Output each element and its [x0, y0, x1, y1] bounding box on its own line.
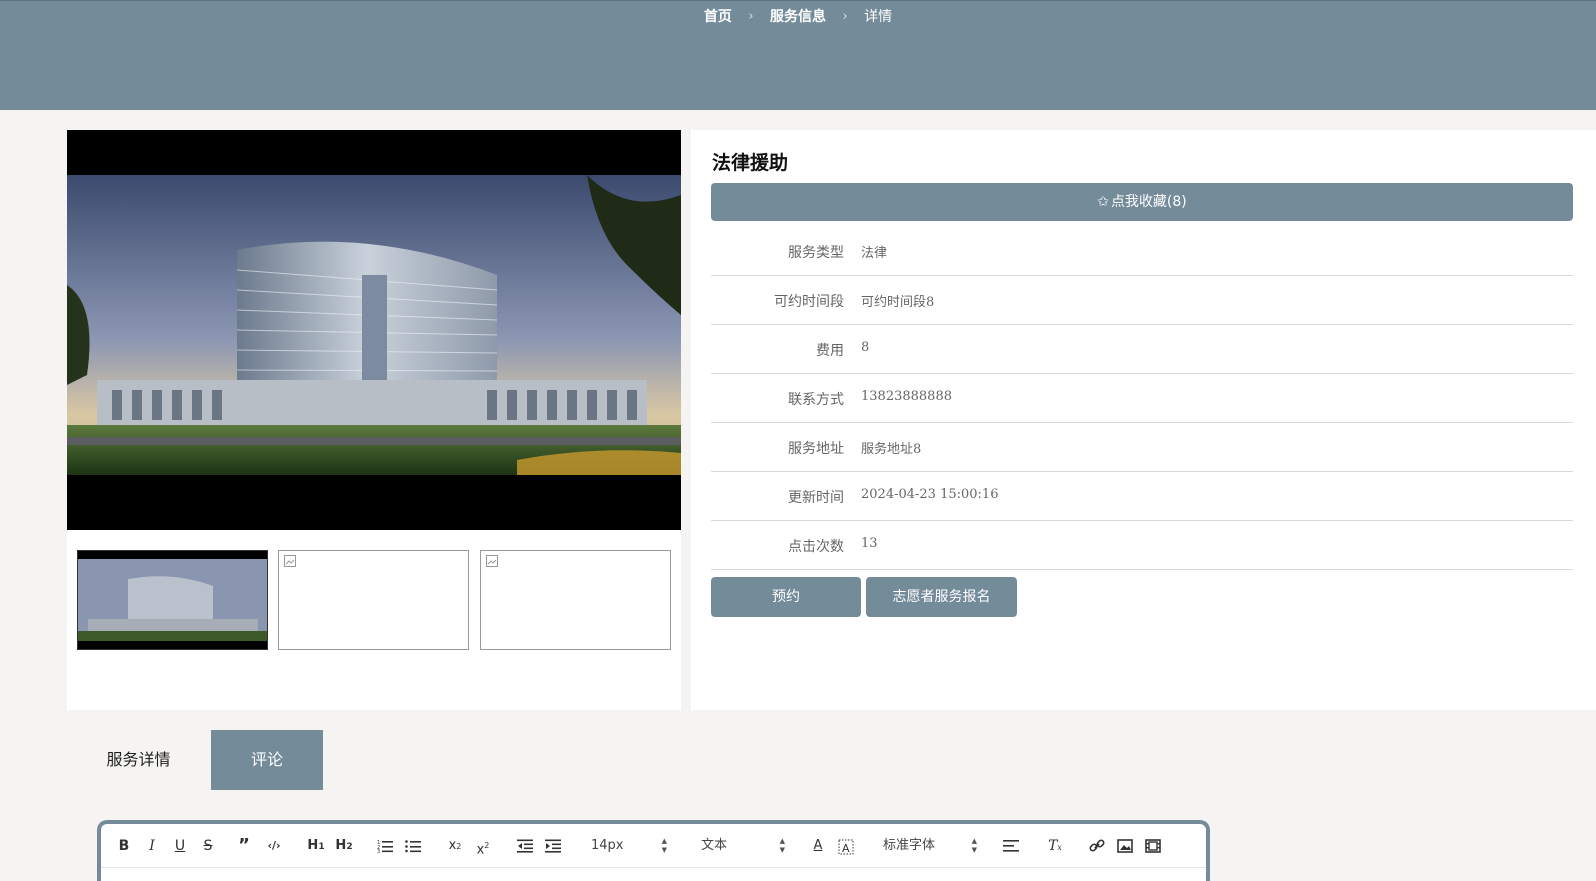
- service-title: 法律援助: [712, 152, 789, 174]
- volunteer-signup-button[interactable]: 志愿者服务报名: [866, 577, 1017, 617]
- background-color-icon[interactable]: A: [837, 835, 855, 857]
- main-image: [67, 130, 681, 530]
- info-label: 可约时间段: [774, 294, 844, 310]
- editor-toolbar: B I U S ” ‹/› H1 H2 123 x2 x2 14px ▲ ▼ 文本…: [101, 824, 1206, 868]
- chevron-right-icon: ›: [842, 8, 848, 24]
- code-icon[interactable]: ‹/›: [263, 835, 285, 857]
- strikethrough-icon[interactable]: S: [199, 835, 217, 857]
- subscript-icon[interactable]: x2: [445, 835, 465, 857]
- comment-editor: B I U S ” ‹/› H1 H2 123 x2 x2 14px ▲ ▼ 文本…: [97, 820, 1210, 881]
- info-value: 8: [861, 340, 870, 355]
- favorite-label: 点我收藏(8): [1110, 194, 1187, 210]
- bold-icon[interactable]: B: [115, 835, 133, 857]
- block-format-select[interactable]: 文本 ▲ ▼: [701, 835, 785, 857]
- info-label: 联系方式: [788, 392, 844, 408]
- info-row-updated: 更新时间 2024-04-23 15:00:16: [711, 472, 1573, 521]
- info-label: 更新时间: [788, 490, 844, 506]
- info-label: 费用: [816, 343, 844, 359]
- info-row-fee: 费用 8: [711, 325, 1573, 374]
- book-button[interactable]: 预约: [711, 577, 861, 617]
- info-label: 服务地址: [788, 441, 844, 457]
- info-value: 可约时间段8: [861, 295, 935, 310]
- info-value: 13823888888: [861, 389, 952, 404]
- block-format-value: 文本: [701, 838, 728, 853]
- superscript-icon[interactable]: x2: [473, 835, 493, 857]
- info-row-type: 服务类型 法律: [711, 227, 1573, 276]
- select-arrows-icon: ▲ ▼: [971, 837, 977, 854]
- align-icon[interactable]: [1001, 835, 1021, 857]
- info-row-time-slot: 可约时间段 可约时间段8: [711, 276, 1573, 325]
- font-color-icon[interactable]: A: [809, 835, 827, 857]
- info-label: 服务类型: [788, 245, 844, 261]
- info-value: 法律: [861, 246, 888, 261]
- image-gallery: [67, 130, 681, 710]
- ordered-list-icon[interactable]: 123: [375, 835, 395, 857]
- breadcrumb: 首页 › 服务信息 › 详情: [0, 6, 1596, 26]
- breadcrumb-current: 详情: [864, 9, 893, 25]
- clear-format-icon[interactable]: Tx: [1045, 835, 1065, 857]
- tab-comment[interactable]: 评论: [211, 730, 323, 790]
- font-family-select[interactable]: 标准字体 ▲ ▼: [883, 835, 977, 857]
- video-icon[interactable]: [1143, 835, 1163, 857]
- building-thumbnail: [78, 551, 267, 649]
- building-photo: [67, 175, 681, 475]
- info-value: 13: [861, 536, 878, 551]
- star-icon: ✩: [1097, 194, 1109, 210]
- favorite-button[interactable]: ✩ 点我收藏(8): [711, 183, 1573, 221]
- bullet-list-icon[interactable]: [403, 835, 423, 857]
- info-label: 点击次数: [788, 539, 844, 555]
- info-row-address: 服务地址 服务地址8: [711, 423, 1573, 472]
- font-family-value: 标准字体: [883, 838, 936, 853]
- info-row-contact: 联系方式 13823888888: [711, 374, 1573, 423]
- chevron-right-icon: ›: [748, 8, 754, 24]
- thumbnail-2[interactable]: [278, 550, 469, 650]
- page-header: 首页 › 服务信息 › 详情: [0, 0, 1596, 110]
- svg-text:A: A: [842, 842, 850, 855]
- indent-icon[interactable]: [543, 835, 563, 857]
- broken-image-icon: [486, 555, 498, 567]
- link-icon[interactable]: [1087, 835, 1107, 857]
- h2-icon[interactable]: H2: [333, 835, 355, 857]
- italic-icon[interactable]: I: [143, 835, 161, 857]
- underline-icon[interactable]: U: [171, 835, 189, 857]
- broken-image-icon: [284, 555, 296, 567]
- h1-icon[interactable]: H1: [305, 835, 327, 857]
- breadcrumb-home-link[interactable]: 首页: [704, 6, 732, 26]
- blockquote-icon[interactable]: ”: [235, 835, 253, 857]
- info-row-clicks: 点击次数 13: [711, 521, 1573, 570]
- select-arrows-icon: ▲ ▼: [779, 837, 785, 854]
- select-arrows-icon: ▲ ▼: [661, 837, 667, 854]
- outdent-icon[interactable]: [515, 835, 535, 857]
- thumbnail-3[interactable]: [480, 550, 671, 650]
- breadcrumb-section-link[interactable]: 服务信息: [770, 6, 826, 26]
- font-size-select[interactable]: 14px ▲ ▼: [591, 835, 667, 857]
- svg-text:3: 3: [377, 849, 380, 853]
- thumbnail-1[interactable]: [77, 550, 268, 650]
- tab-service-detail[interactable]: 服务详情: [67, 730, 210, 790]
- info-value: 服务地址8: [861, 442, 922, 457]
- info-value: 2024-04-23 15:00:16: [861, 487, 999, 502]
- service-info-panel: 法律援助 ✩ 点我收藏(8) 服务类型 法律 可约时间段 可约时间段8 费用 8 …: [691, 130, 1596, 710]
- thumbnail-strip: [77, 550, 671, 650]
- font-size-value: 14px: [591, 838, 624, 853]
- image-icon[interactable]: [1115, 835, 1135, 857]
